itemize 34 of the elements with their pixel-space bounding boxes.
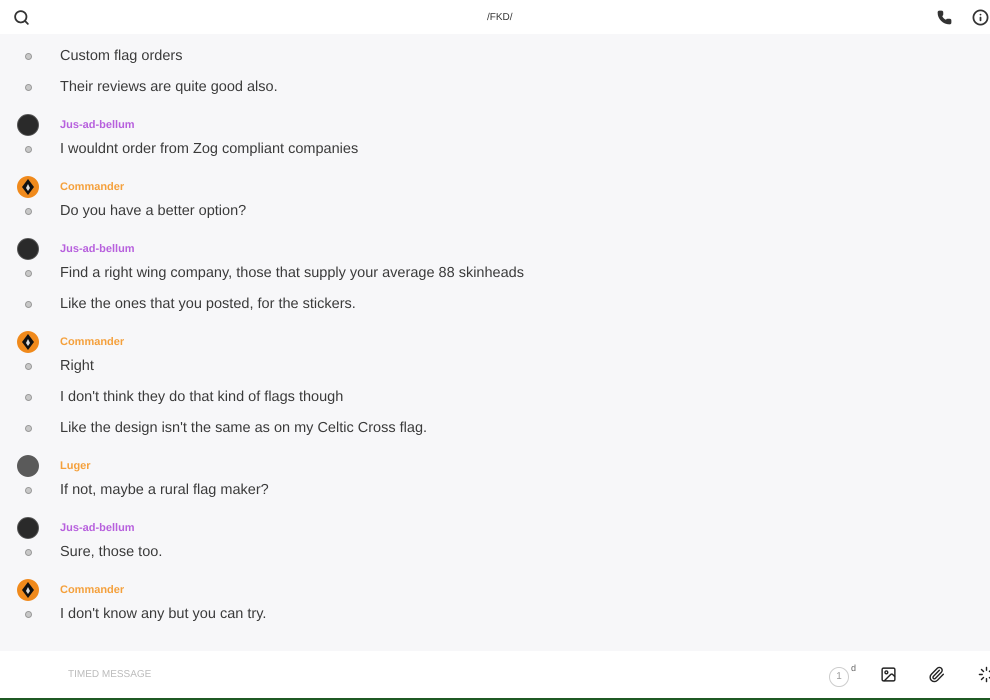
sender-name: Jus-ad-bellum	[60, 520, 135, 536]
emblem-avatar-icon	[17, 579, 39, 601]
avatar	[17, 517, 39, 539]
message-text: Do you have a better option?	[60, 202, 246, 221]
sender-name: Jus-ad-bellum	[60, 118, 135, 133]
message-text: I don't know any but you can try.	[60, 604, 266, 624]
message-text: Like the ones that you posted, for the stickers.	[60, 294, 356, 314]
message-text: Custom flag orders	[60, 46, 182, 66]
avatar	[17, 238, 39, 260]
emblem-avatar-icon	[17, 176, 39, 198]
avatar	[17, 114, 39, 136]
message-text: Like the design isn't the same as on my Celtic Cross flag.	[60, 418, 428, 438]
sender-name: Commander	[60, 582, 124, 598]
sender-name: Luger	[60, 458, 91, 474]
sender-name: Commander	[60, 334, 124, 350]
message-text: Right	[60, 356, 94, 376]
search-icon[interactable]	[13, 8, 30, 26]
emblem-avatar-icon	[17, 331, 39, 353]
message-text: If not, maybe a rural flag maker?	[60, 480, 269, 500]
chat-title: /FKD/	[487, 10, 513, 24]
message-text: I don't think they do that kind of flags though	[60, 388, 344, 407]
sender-name: Jus-ad-bellum	[60, 242, 135, 257]
message-text: Find a right wing company, those that supply your average 88 skinheads	[60, 264, 524, 283]
message-text: Sure, those too.	[60, 542, 162, 562]
image-icon[interactable]	[880, 666, 897, 683]
spinner-icon[interactable]	[978, 666, 990, 683]
info-icon[interactable]	[972, 8, 989, 26]
paperclip-icon[interactable]	[928, 666, 945, 683]
phone-icon[interactable]	[937, 10, 952, 24]
avatar	[17, 455, 39, 477]
message-text: Their reviews are quite good also.	[60, 78, 278, 97]
message-text: I wouldnt order from Zog compliant companies	[60, 140, 358, 159]
message-input[interactable]: TIMED MESSAGE	[68, 667, 829, 682]
sender-name: Commander	[60, 180, 124, 195]
